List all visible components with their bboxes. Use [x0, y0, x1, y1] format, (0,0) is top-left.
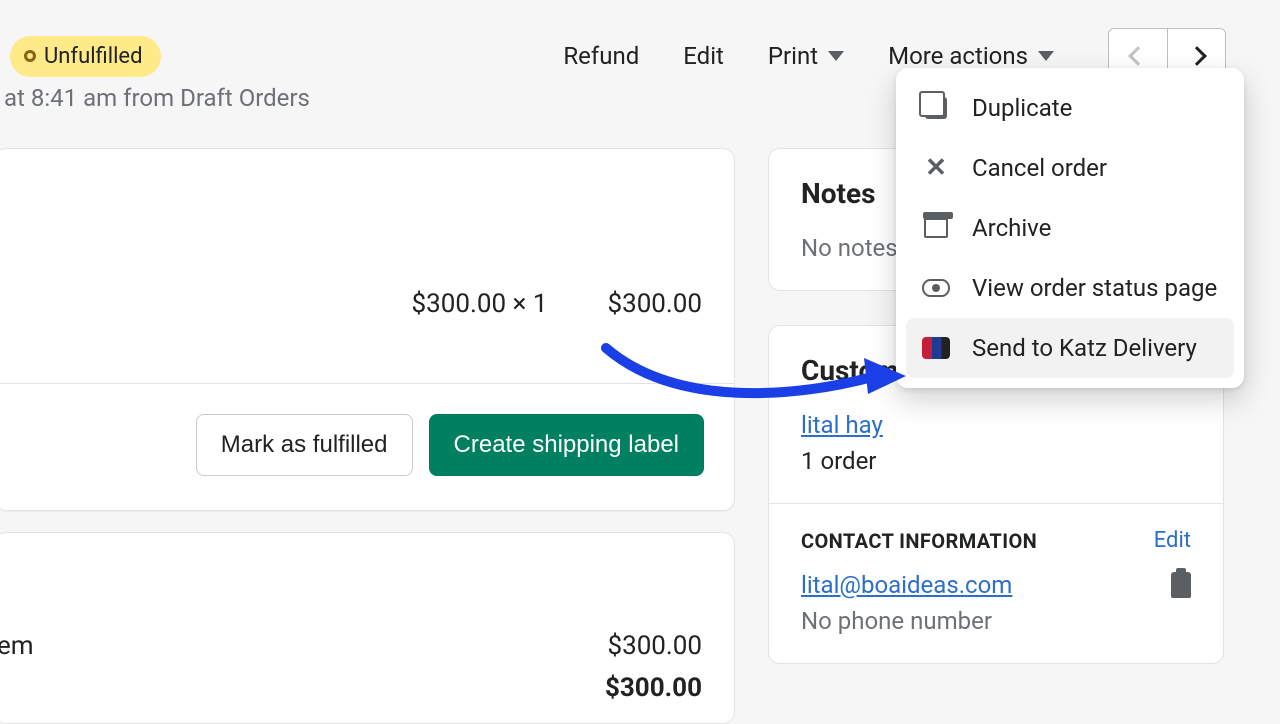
- status-badge-unfulfilled: Unfulfilled: [10, 36, 161, 77]
- more-actions-button[interactable]: More actions: [888, 42, 1054, 70]
- mark-fulfilled-button[interactable]: Mark as fulfilled: [196, 414, 413, 476]
- summary-total-value: $300.00: [605, 673, 702, 703]
- menu-item-label: Archive: [972, 214, 1051, 242]
- summary-row-label: em: [0, 631, 34, 661]
- caret-down-icon: [828, 51, 844, 61]
- print-label: Print: [768, 42, 818, 70]
- print-button[interactable]: Print: [768, 42, 844, 70]
- truck-icon: [922, 334, 950, 362]
- menu-item-cancel-order[interactable]: ✕ Cancel order: [906, 138, 1234, 198]
- archive-icon: [922, 214, 950, 242]
- customer-order-count: 1 order: [801, 447, 1191, 475]
- create-shipping-label-button[interactable]: Create shipping label: [429, 414, 704, 476]
- line-item-total: $300.00: [607, 289, 702, 319]
- summary-card: em $300.00 $300.00: [0, 532, 735, 724]
- menu-item-send-katz-delivery[interactable]: Send to Katz Delivery: [906, 318, 1234, 378]
- refund-button[interactable]: Refund: [563, 42, 639, 70]
- customer-email-link[interactable]: lital@boaideas.com: [801, 571, 1012, 599]
- contact-info-heading: CONTACT INFORMATION: [801, 529, 1037, 553]
- close-icon: ✕: [922, 154, 950, 182]
- edit-contact-button[interactable]: Edit: [1154, 528, 1191, 553]
- menu-item-label: View order status page: [972, 274, 1217, 302]
- line-item-unit-qty: $300.00 × 1: [412, 289, 548, 319]
- clipboard-icon[interactable]: [1171, 572, 1191, 598]
- fulfillment-card: $300.00 × 1 $300.00 Mark as fulfilled Cr…: [0, 148, 735, 511]
- chevron-right-icon: [1187, 46, 1207, 66]
- more-actions-dropdown: Duplicate ✕ Cancel order Archive View or…: [896, 68, 1244, 388]
- order-subtitle: at 8:41 am from Draft Orders: [4, 84, 310, 112]
- more-actions-label: More actions: [888, 42, 1028, 70]
- duplicate-icon: [922, 94, 950, 122]
- caret-down-icon: [1038, 51, 1054, 61]
- menu-item-label: Send to Katz Delivery: [972, 334, 1197, 362]
- status-badge-label: Unfulfilled: [44, 44, 143, 69]
- eye-icon: [922, 274, 950, 302]
- menu-item-duplicate[interactable]: Duplicate: [906, 78, 1234, 138]
- menu-item-label: Cancel order: [972, 154, 1107, 182]
- edit-button[interactable]: Edit: [683, 42, 724, 70]
- customer-name-link[interactable]: lital hay: [801, 411, 1191, 439]
- chevron-left-icon: [1128, 46, 1148, 66]
- menu-item-view-status[interactable]: View order status page: [906, 258, 1234, 318]
- summary-row-value: $300.00: [607, 631, 702, 661]
- menu-item-archive[interactable]: Archive: [906, 198, 1234, 258]
- status-dot-icon: [24, 50, 36, 62]
- no-phone-text: No phone number: [801, 607, 1191, 635]
- menu-item-label: Duplicate: [972, 94, 1072, 122]
